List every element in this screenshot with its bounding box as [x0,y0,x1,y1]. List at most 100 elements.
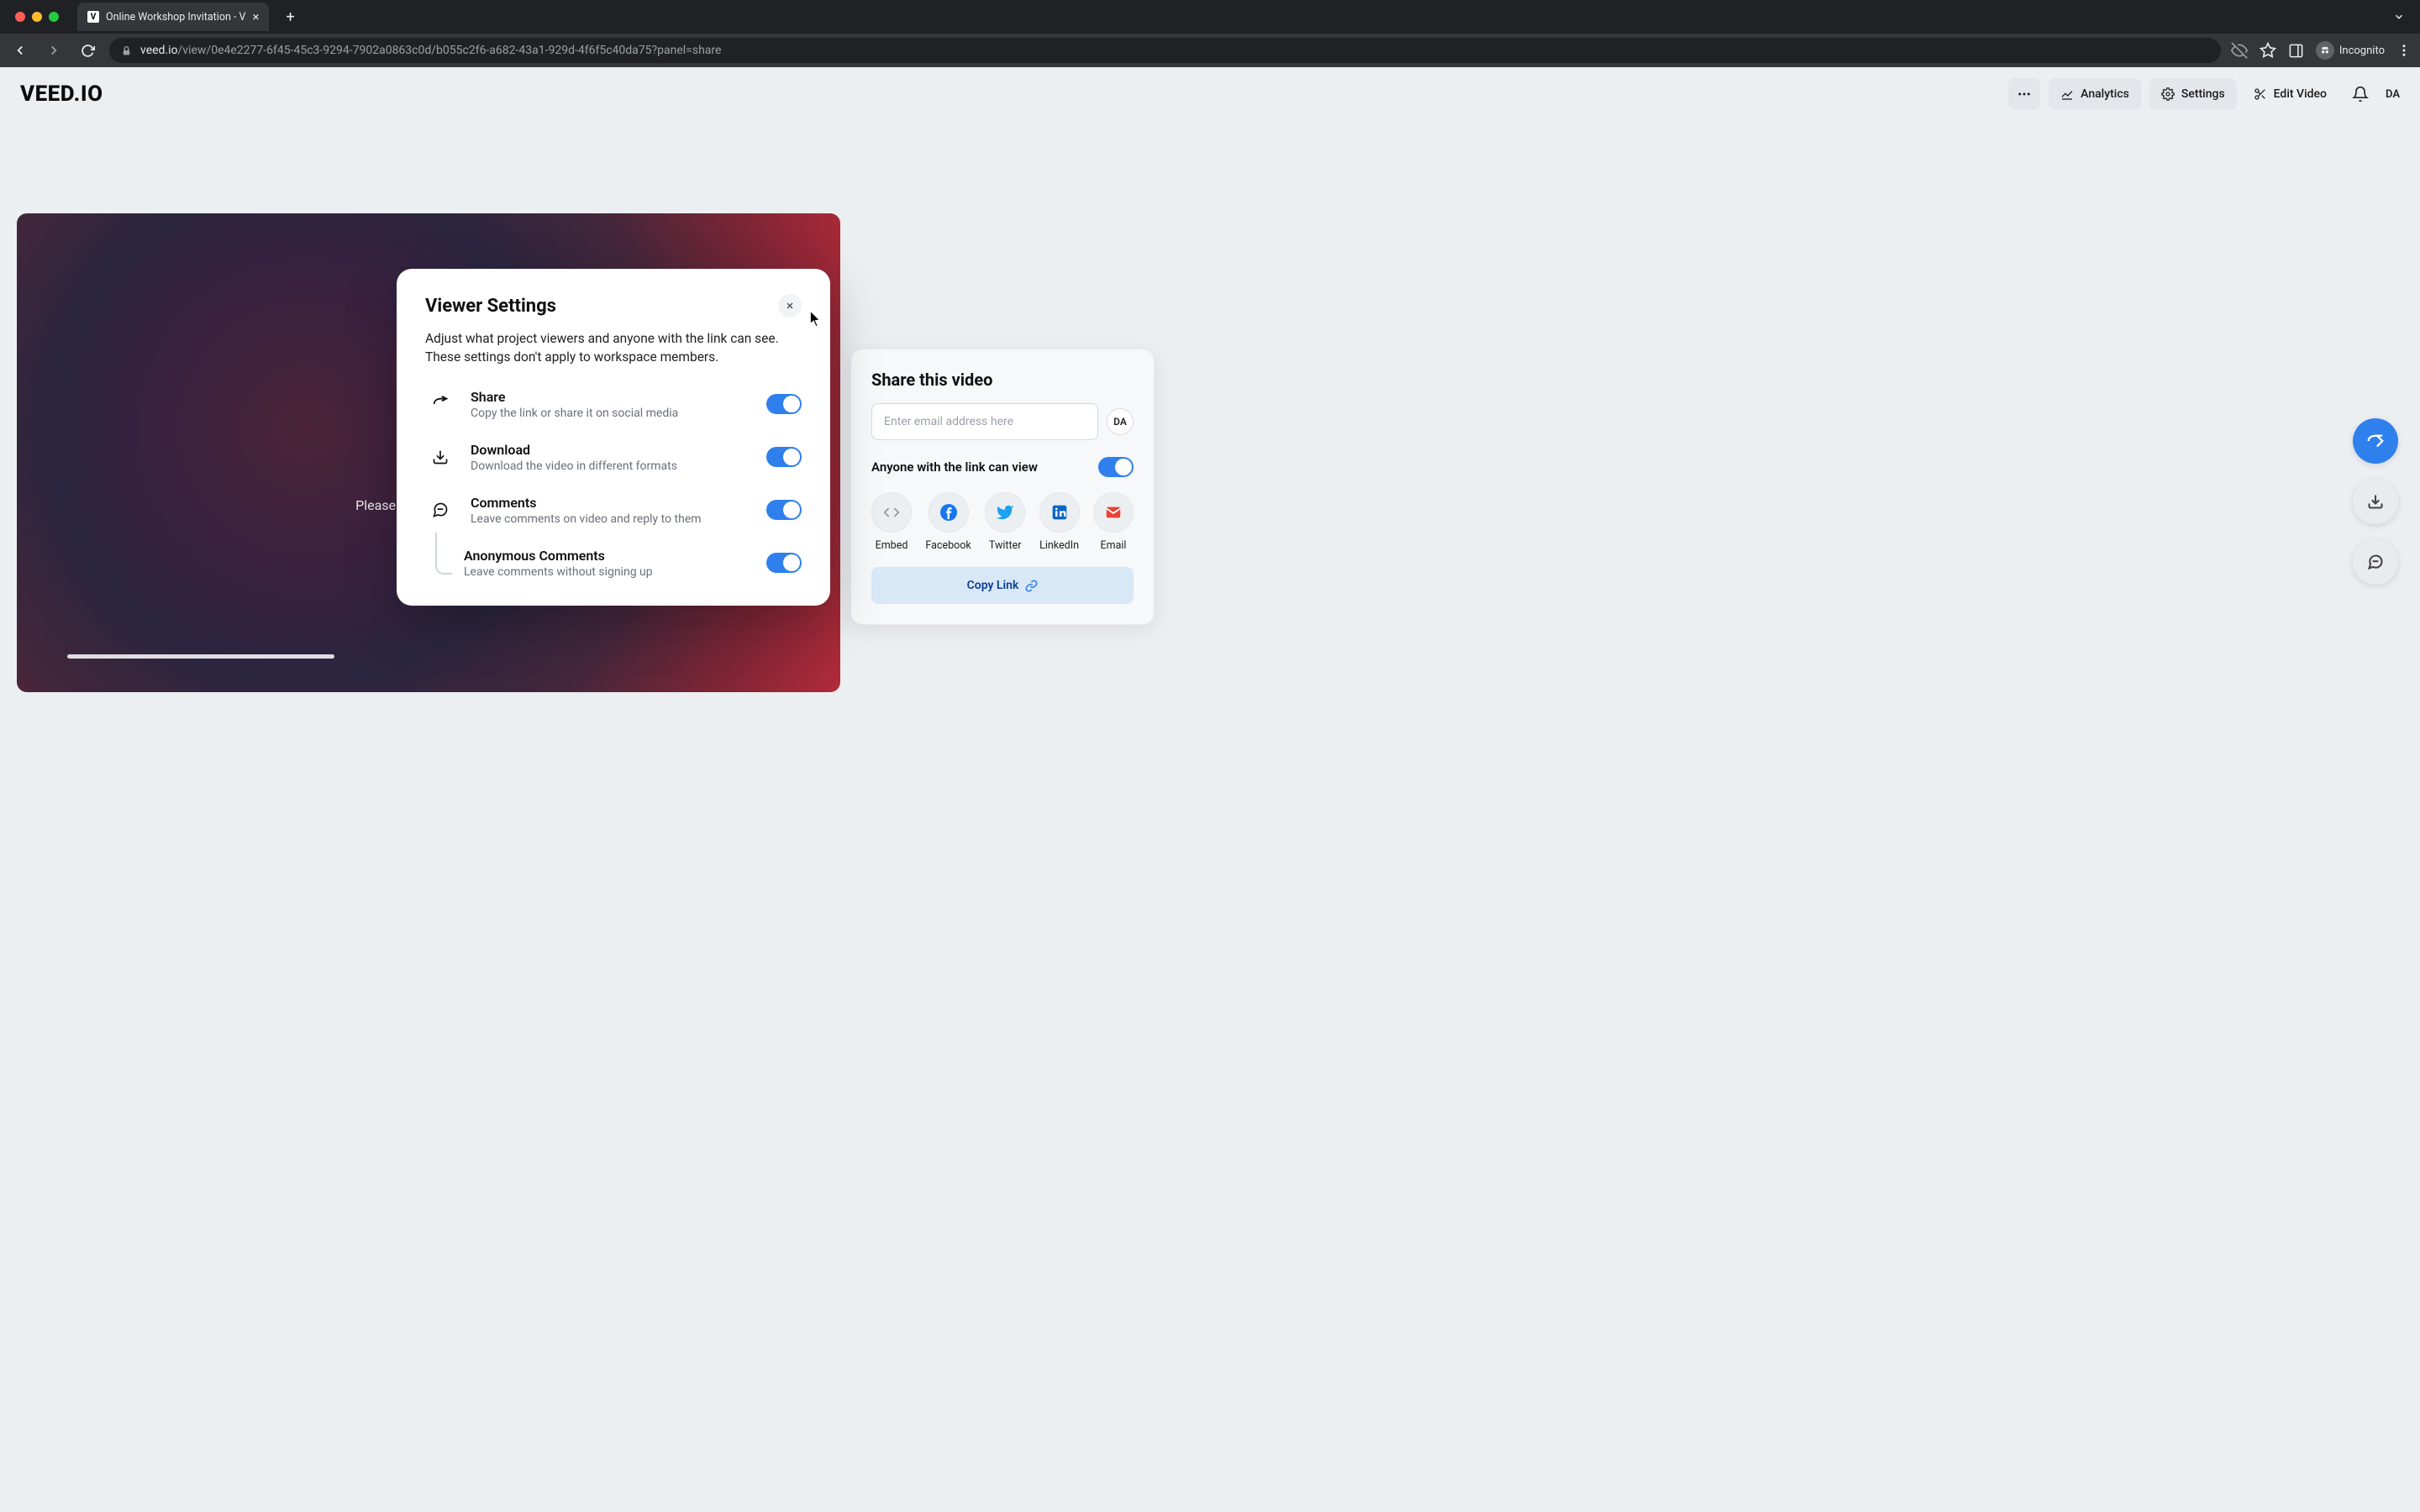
address-bar: veed.io/view/0e4e2277-6f45-45c3-9294-790… [0,34,2420,67]
edit-video-button[interactable]: Edit Video [2245,78,2335,110]
setting-comments-toggle[interactable] [766,500,802,520]
share-option-linkedin[interactable]: LinkedIn [1039,492,1080,552]
embed-icon [871,492,912,533]
new-tab-button[interactable]: + [286,8,294,26]
settings-button[interactable]: Settings [2149,78,2237,110]
settings-label: Settings [2181,87,2225,101]
addrbar-right: Incognito [2231,41,2412,60]
setting-title: Comments [471,495,751,511]
scissors-icon [2254,87,2267,101]
share-icon [425,395,455,413]
user-initials[interactable]: DA [2386,88,2400,101]
incognito-label: Incognito [2339,45,2385,57]
share-avatar[interactable]: DA [1107,408,1134,435]
content: 3 Please be patient as this [0,121,2420,1512]
logo[interactable]: VEED.IO [20,81,103,107]
tab-favicon: V [87,11,99,23]
tabs-overflow-icon[interactable] [2393,11,2405,23]
window-minimize-button[interactable] [32,12,42,22]
url-box[interactable]: veed.io/view/0e4e2277-6f45-45c3-9294-790… [109,38,2221,63]
analytics-label: Analytics [2081,87,2129,101]
setting-row-download: Download Download the video in different… [425,442,802,473]
setting-row-comments: Comments Leave comments on video and rep… [425,495,802,526]
facebook-icon [929,492,969,533]
video-progress-track[interactable] [67,654,790,659]
share-option-label: Facebook [925,539,971,552]
share-arrow-icon [2366,432,2385,450]
analytics-button[interactable]: Analytics [2049,78,2141,110]
browser-chrome: V Online Workshop Invitation - V × + vee… [0,0,2420,67]
edit-video-label: Edit Video [2274,87,2327,101]
tab-title: Online Workshop Invitation - V [106,11,245,24]
link-visibility-row: Anyone with the link can view [871,457,1134,477]
bell-icon [2352,86,2369,102]
eye-off-icon[interactable] [2231,42,2248,59]
window-close-button[interactable] [15,12,25,22]
setting-download-toggle[interactable] [766,447,802,467]
share-option-email[interactable]: Email [1093,492,1134,552]
setting-desc: Leave comments without signing up [464,565,751,579]
setting-desc: Download the video in different formats [471,459,751,473]
back-button[interactable] [8,39,32,62]
comment-icon [425,501,455,518]
setting-desc: Copy the link or share it on social medi… [471,407,751,420]
more-button[interactable] [2008,78,2040,110]
setting-share-toggle[interactable] [766,394,802,414]
share-email-input[interactable] [871,403,1098,440]
url-text: veed.io/view/0e4e2277-6f45-45c3-9294-790… [140,44,721,57]
modal-close-button[interactable] [778,294,802,318]
link-visibility-toggle[interactable] [1098,457,1134,477]
lock-icon [121,45,132,56]
browser-menu-icon[interactable] [2396,43,2412,58]
copy-link-button[interactable]: Copy Link [871,567,1134,604]
setting-desc: Leave comments on video and reply to the… [471,512,751,526]
floating-actions [2353,418,2398,585]
share-panel: Share this video DA Anyone with the link… [850,349,1155,625]
setting-title: Download [471,442,751,458]
twitter-icon [985,492,1025,533]
video-progress-fill [67,654,334,659]
comment-icon [2367,554,2384,570]
share-panel-title: Share this video [871,370,1134,390]
forward-button[interactable] [42,39,66,62]
star-icon[interactable] [2260,42,2276,59]
nested-indicator [435,533,452,575]
window-maximize-button[interactable] [49,12,59,22]
window-controls [15,12,59,22]
modal-header: Viewer Settings [425,294,802,318]
incognito-indicator[interactable]: Incognito [2316,41,2385,60]
share-option-label: Embed [876,539,908,552]
gear-icon [2161,87,2175,101]
share-option-label: Twitter [989,539,1022,552]
side-panel-icon[interactable] [2288,43,2304,59]
email-icon [1093,492,1134,533]
floating-share-button[interactable] [2353,418,2398,464]
tab-close-icon[interactable]: × [252,9,259,24]
close-icon [785,301,795,311]
modal-subtitle: Adjust what project viewers and anyone w… [425,329,802,367]
share-option-embed[interactable]: Embed [871,492,912,552]
browser-tab[interactable]: V Online Workshop Invitation - V × [77,3,269,31]
setting-row-anonymous-comments: Anonymous Comments Leave comments withou… [435,548,802,579]
setting-title: Anonymous Comments [464,548,751,564]
titlebar: V Online Workshop Invitation - V × + [0,0,2420,34]
share-email-row: DA [871,403,1134,440]
setting-anonymous-toggle[interactable] [766,553,802,573]
analytics-icon [2060,87,2074,101]
incognito-icon [2316,41,2334,60]
share-option-twitter[interactable]: Twitter [985,492,1025,552]
floating-comments-button[interactable] [2353,539,2398,585]
setting-title: Share [471,389,751,405]
share-option-facebook[interactable]: Facebook [925,492,971,552]
setting-row-share: Share Copy the link or share it on socia… [425,389,802,420]
notifications-button[interactable] [2344,78,2377,110]
viewer-settings-modal: Viewer Settings Adjust what project view… [397,269,830,606]
share-option-label: Email [1101,539,1127,552]
linkedin-icon [1039,492,1080,533]
floating-download-button[interactable] [2353,479,2398,524]
app-root: VEED.IO Analytics Settings Edit Video DA… [0,67,2420,1512]
reload-button[interactable] [76,39,99,62]
download-icon [2367,493,2384,510]
share-options-grid: Embed Facebook Twitter LinkedIn [871,492,1134,552]
copy-link-label: Copy Link [967,579,1019,592]
